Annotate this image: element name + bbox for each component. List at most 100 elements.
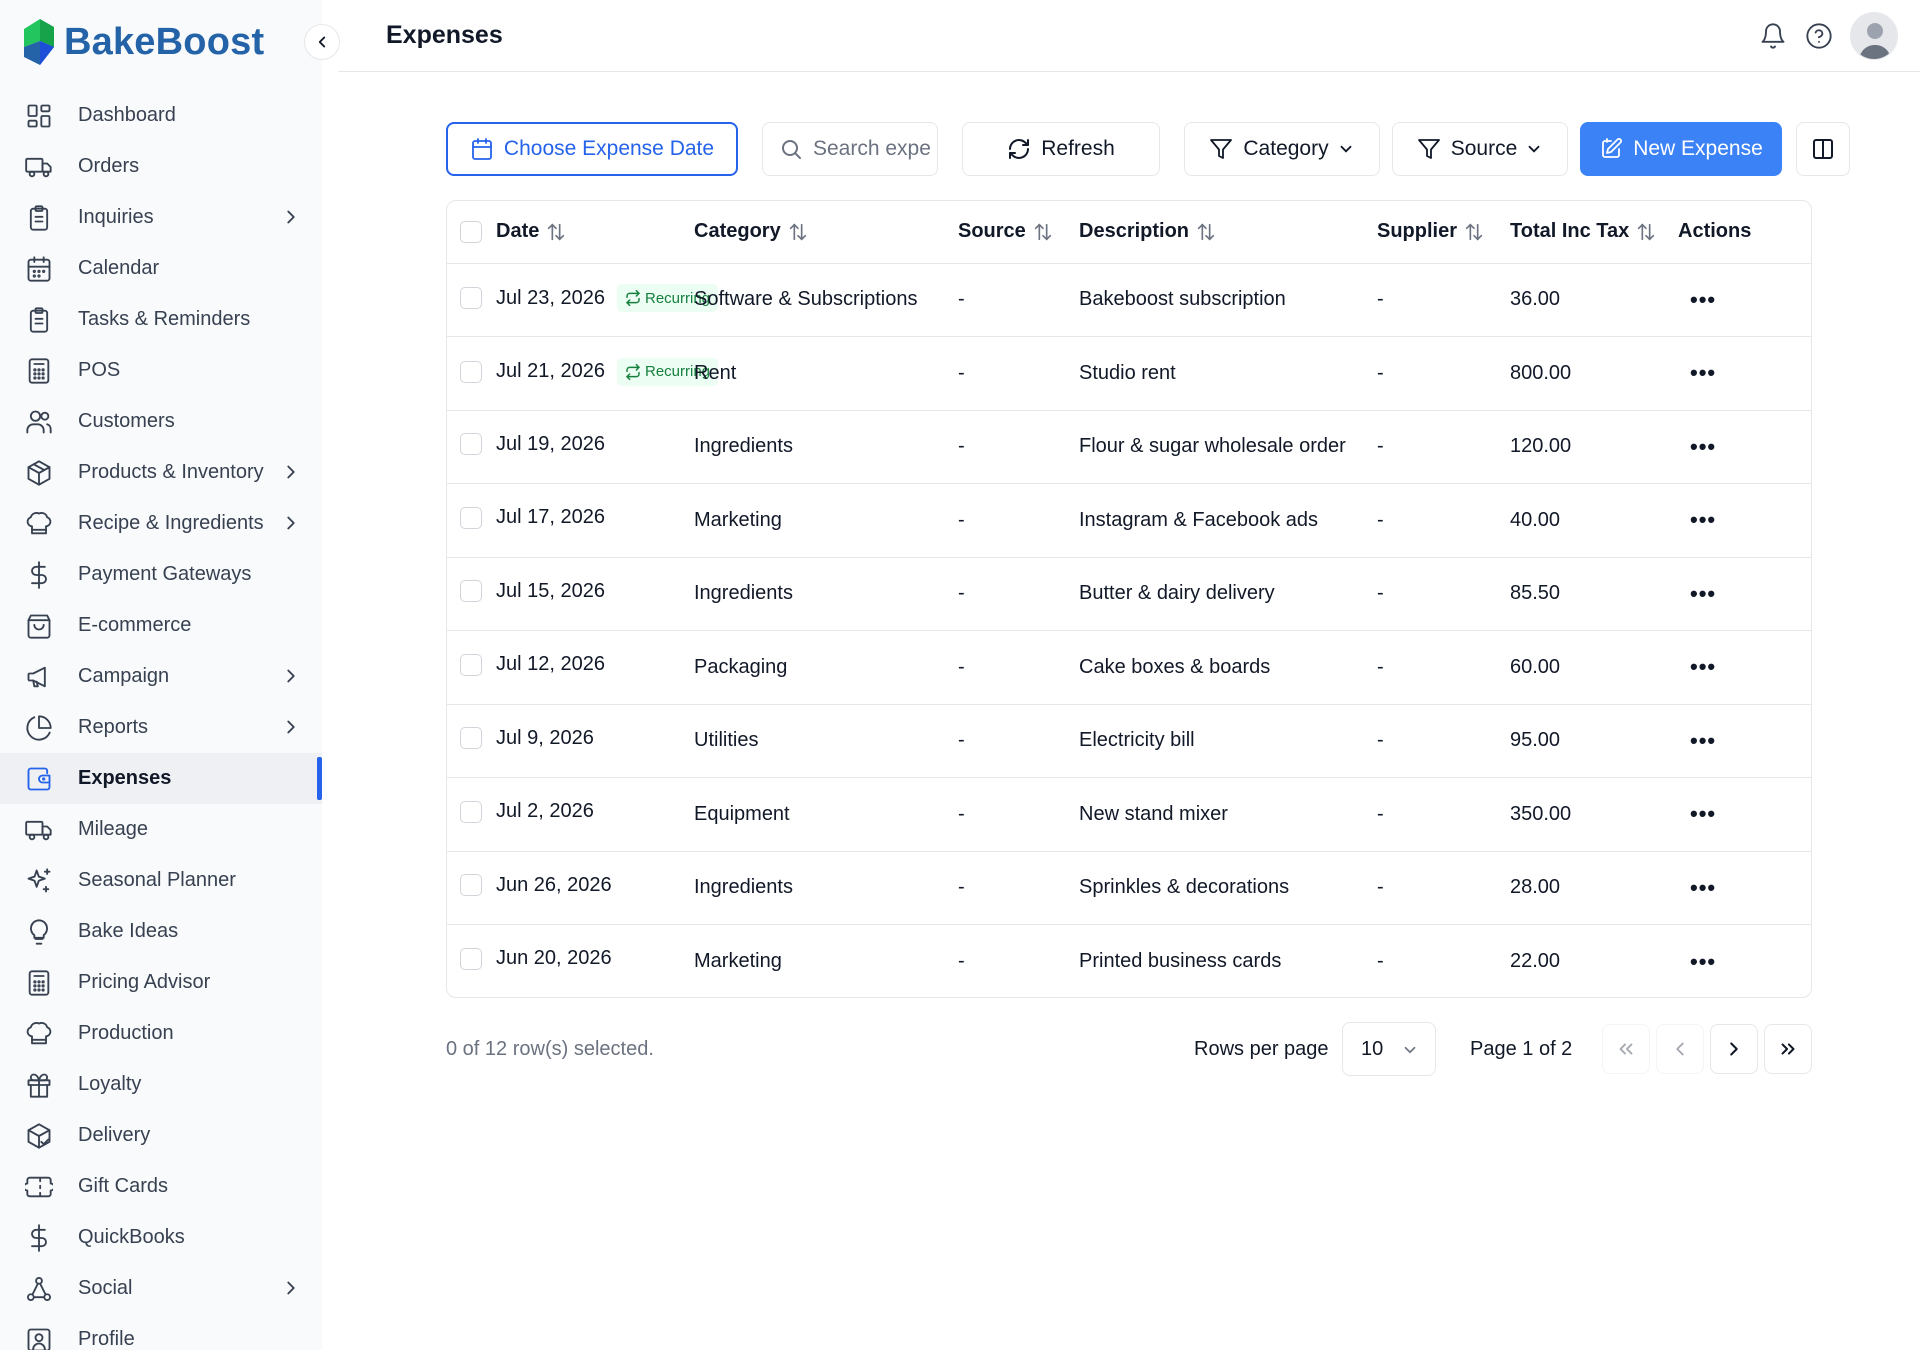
sidebar-item-products-inventory[interactable]: Products & Inventory — [0, 447, 322, 498]
table-row[interactable]: Jul 21, 2026 Recurring Rent - Studio rent - 80… — [447, 336, 1811, 411]
avatar[interactable] — [1850, 12, 1898, 60]
source-filter-button[interactable]: Source — [1392, 122, 1568, 176]
row-actions-button[interactable]: ••• — [1690, 654, 1716, 679]
sidebar-item-gift-cards[interactable]: Gift Cards — [0, 1161, 322, 1212]
toggle-columns-button[interactable] — [1796, 122, 1850, 176]
sidebar-item-profile[interactable]: Profile — [0, 1314, 322, 1350]
choose-date-button[interactable]: Choose Expense Date — [446, 122, 738, 176]
row-actions-button[interactable]: ••• — [1690, 507, 1716, 532]
table-row[interactable]: Jun 26, 2026 Ingredients - Sprinkles & deco… — [447, 851, 1811, 925]
sidebar-item-orders[interactable]: Orders — [0, 141, 322, 192]
table-row[interactable]: Jul 15, 2026 Ingredients - Butter & dairy d… — [447, 557, 1811, 631]
sidebar-item-label: Delivery — [78, 1124, 151, 1146]
row-actions-button[interactable]: ••• — [1690, 949, 1716, 974]
expenses-table: Date Category Source Description Supplie… — [446, 200, 1812, 998]
sidebar-item-customers[interactable]: Customers — [0, 396, 322, 447]
column-header-date[interactable]: Date — [447, 201, 694, 264]
row-actions-button[interactable]: ••• — [1690, 434, 1716, 459]
last-page-button[interactable] — [1764, 1024, 1812, 1074]
row-checkbox[interactable] — [460, 506, 482, 529]
sidebar-item-delivery[interactable]: Delivery — [0, 1110, 322, 1161]
column-header-total[interactable]: Total Inc Tax — [1510, 201, 1678, 264]
expense-date: Jul 2, 2026 — [496, 800, 594, 822]
sidebar-item-bake-ideas[interactable]: Bake Ideas — [0, 906, 322, 957]
table-row[interactable]: Jul 23, 2026 Recurring Software & Subscrip… — [447, 263, 1811, 337]
row-actions-button[interactable]: ••• — [1690, 801, 1716, 826]
search-input[interactable] — [813, 137, 931, 161]
row-checkbox[interactable] — [460, 360, 482, 383]
sidebar-item-campaign[interactable]: Campaign — [0, 651, 322, 702]
sidebar-item-inquiries[interactable]: Inquiries — [0, 192, 322, 243]
cell-total: 22.00 — [1510, 925, 1678, 998]
help-button[interactable] — [1804, 21, 1834, 51]
sidebar-item-reports[interactable]: Reports — [0, 702, 322, 753]
cell-category: Ingredients — [694, 557, 958, 631]
row-checkbox[interactable] — [460, 874, 482, 896]
refresh-button[interactable]: Refresh — [962, 122, 1160, 176]
previous-page-button[interactable] — [1656, 1024, 1704, 1074]
row-checkbox[interactable] — [460, 947, 482, 970]
refresh-icon — [1009, 139, 1030, 159]
select-all-checkbox[interactable] — [460, 220, 482, 243]
first-page-button[interactable] — [1602, 1024, 1650, 1074]
table-row[interactable]: Jul 9, 2026 Utilities - Electricity bill - 95… — [447, 704, 1811, 778]
expense-description: Flour & sugar wholesale order — [1079, 435, 1346, 458]
row-checkbox[interactable] — [460, 800, 482, 823]
new-expense-button[interactable]: New Expense — [1580, 122, 1782, 176]
sidebar-item-quickbooks[interactable]: QuickBooks — [0, 1212, 322, 1263]
search-box[interactable] — [762, 122, 938, 176]
sidebar-item-pricing-advisor[interactable]: Pricing Advisor — [0, 957, 322, 1008]
sidebar-item-seasonal-planner[interactable]: Seasonal Planner — [0, 855, 322, 906]
sidebar-item-recipe-ingredients[interactable]: Recipe & Ingredients — [0, 498, 322, 549]
cell-source: - — [958, 777, 1079, 852]
sidebar-item-mileage[interactable]: Mileage — [0, 804, 322, 855]
notifications-button[interactable] — [1758, 21, 1788, 51]
sidebar-item-loyalty[interactable]: Loyalty — [0, 1059, 322, 1110]
sidebar-item-payment-gateways[interactable]: Payment Gateways — [0, 549, 322, 600]
column-header-category[interactable]: Category — [694, 201, 958, 264]
sort-icon — [1638, 223, 1655, 241]
expense-source: - — [958, 582, 965, 605]
rows-per-page-select[interactable]: 10 — [1342, 1022, 1436, 1076]
next-page-button[interactable] — [1710, 1024, 1758, 1074]
row-actions-button[interactable]: ••• — [1690, 875, 1716, 900]
sort-icon — [1034, 223, 1051, 241]
sidebar-item-e-commerce[interactable]: E-commerce — [0, 600, 322, 651]
expense-total: 60.00 — [1510, 655, 1561, 678]
row-checkbox[interactable] — [460, 727, 482, 749]
column-header-supplier[interactable]: Supplier — [1377, 201, 1510, 264]
expense-supplier: - — [1377, 729, 1384, 752]
sidebar-item-tasks-reminders[interactable]: Tasks & Reminders — [0, 294, 322, 345]
sidebar-item-dashboard[interactable]: Dashboard — [0, 90, 322, 141]
cell-supplier: - — [1377, 925, 1510, 998]
column-header-source[interactable]: Source — [958, 201, 1079, 264]
row-actions-button[interactable]: ••• — [1690, 360, 1716, 385]
collapse-sidebar-button[interactable] — [304, 24, 340, 60]
table-row[interactable]: Jul 17, 2026 Marketing - Instagram & Facebo… — [447, 483, 1811, 558]
table-row[interactable]: Jul 12, 2026 Packaging - Cake boxes & board… — [447, 630, 1811, 705]
sidebar-item-expenses[interactable]: Expenses — [0, 753, 322, 804]
cell-actions: ••• — [1678, 704, 1811, 778]
sidebar-item-production[interactable]: Production — [0, 1008, 322, 1059]
row-checkbox[interactable] — [460, 433, 482, 455]
table-row[interactable]: Jun 20, 2026 Marketing - Printed business c… — [447, 925, 1811, 998]
row-checkbox[interactable] — [460, 653, 482, 676]
row-checkbox[interactable] — [460, 580, 482, 602]
row-checkbox[interactable] — [460, 287, 482, 310]
sidebar-item-calendar[interactable]: Calendar — [0, 243, 322, 294]
table-row[interactable]: Jul 2, 2026 Equipment - New stand mixer - 350… — [447, 777, 1811, 852]
pie-chart-icon — [24, 713, 54, 743]
table-row[interactable]: Jul 19, 2026 Ingredients - Flour & sugar wh… — [447, 410, 1811, 484]
column-label: Description — [1079, 220, 1190, 243]
row-actions-button[interactable]: ••• — [1690, 287, 1716, 312]
brand[interactable]: BakeBoost — [22, 16, 264, 68]
cell-source: - — [958, 336, 1079, 411]
category-filter-button[interactable]: Category — [1184, 122, 1380, 176]
sidebar-item-social[interactable]: Social — [0, 1263, 322, 1314]
sidebar-item-pos[interactable]: POS — [0, 345, 322, 396]
column-header-description[interactable]: Description — [1079, 201, 1377, 264]
row-actions-button[interactable]: ••• — [1690, 581, 1716, 606]
row-actions-button[interactable]: ••• — [1690, 728, 1716, 753]
cell-total: 40.00 — [1510, 483, 1678, 558]
page-title: Expenses — [386, 21, 503, 49]
